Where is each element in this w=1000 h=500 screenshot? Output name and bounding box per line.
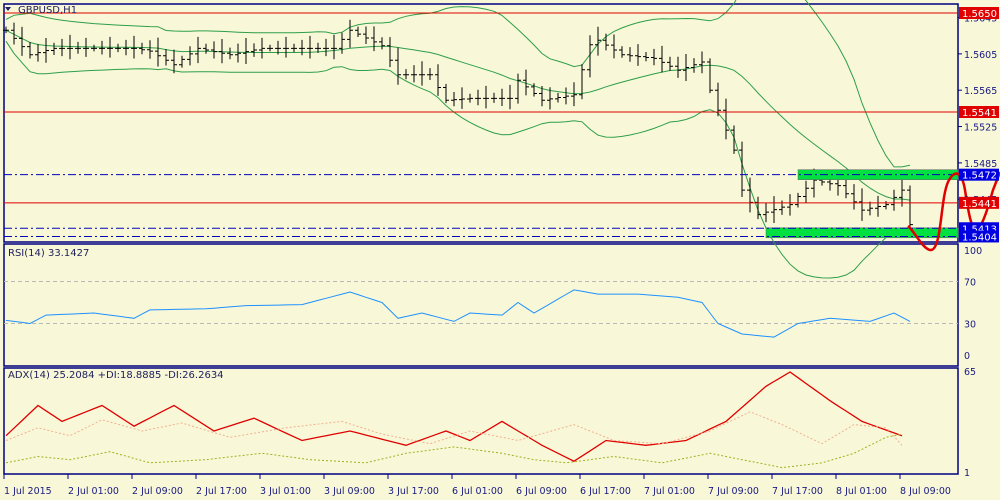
x-tick-label: 2 Jul 17:00 [196,486,247,497]
pane-frame-1 [3,243,959,367]
y-tick-label: 1.5565 [964,86,997,97]
x-tick-label: 2 Jul 01:00 [68,486,119,497]
x-tick-label: 2 Jul 09:00 [132,486,183,497]
price-tag-label: 1.5541 [962,108,997,119]
adx-tick-label: 65 [964,367,976,378]
price-tag-label: 1.5404 [962,232,997,243]
x-tick-label: 8 Jul 01:00 [836,486,887,497]
x-tick-label: 3 Jul 01:00 [260,486,311,497]
price-tag-label: 1.5650 [962,9,997,20]
x-tick-label: 8 Jul 09:00 [900,486,951,497]
pane-frame-0 [3,3,959,243]
y-tick-label: 1.5485 [964,159,997,170]
adx-title: ADX(14) 25.2084 +DI:18.8885 -DI:26.2634 [8,370,224,381]
chart-title: GBPUSD,H1 [18,5,77,16]
rsi-tick-label: 30 [964,320,976,331]
pane-frame-2 [3,367,959,475]
x-tick-label: 7 Jul 17:00 [772,486,823,497]
x-tick-label: 3 Jul 17:00 [388,486,439,497]
rsi-tick-label: 100 [964,246,982,257]
price-tag-label: 1.5472 [962,171,997,182]
price-tag-label: 1.5441 [962,199,997,210]
rsi-title: RSI(14) 33.1427 [8,248,89,259]
y-tick-label: 1.5605 [964,50,997,61]
x-tick-label: 7 Jul 09:00 [708,486,759,497]
x-tick-label: 6 Jul 17:00 [580,486,631,497]
x-tick-label: 1 Jul 2015 [4,486,52,497]
rsi-tick-label: 70 [964,278,976,289]
x-tick-label: 3 Jul 09:00 [324,486,375,497]
y-tick-label: 1.5525 [964,123,997,134]
adx-tick-label: 1 [964,468,970,479]
rsi-tick-label: 0 [964,351,970,362]
x-tick-label: 6 Jul 09:00 [516,486,567,497]
x-tick-label: 6 Jul 01:00 [452,486,503,497]
trading-chart[interactable]: 1.56451.56051.55651.55251.54851.54451.56… [0,0,1000,500]
x-tick-label: 7 Jul 01:00 [644,486,695,497]
